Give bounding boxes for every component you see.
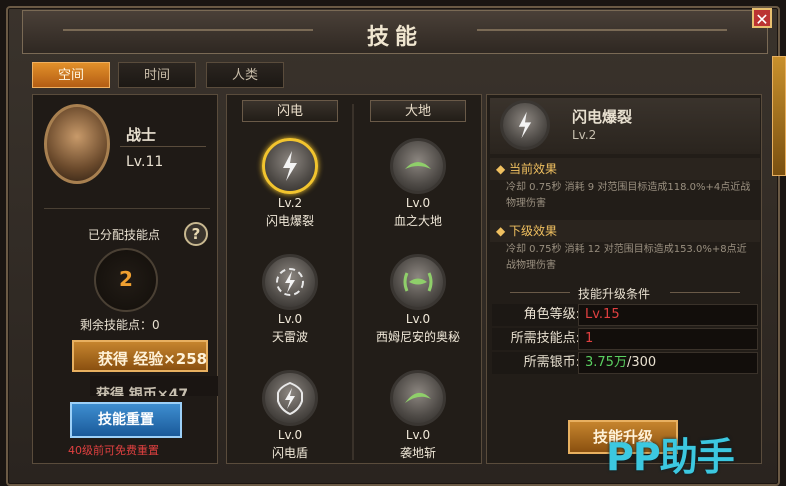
current-effect-text: 冷却 0.75秒 消耗 9 对范围目标造成118.0%+4点近战物理伤害 — [506, 182, 751, 209]
character-class: 战士 — [126, 126, 157, 144]
character-level: Lv.11 — [126, 154, 164, 170]
column-header-lightning: 闪电 — [242, 100, 338, 122]
allocated-points-label: 已分配技能点 — [88, 228, 161, 242]
allocated-points-ring: 2 — [94, 248, 158, 312]
current-effect-title: 当前效果 — [509, 162, 558, 176]
lightning-wave-icon — [276, 268, 304, 296]
watermark-logo: PP助手 — [606, 435, 735, 479]
skill-level: Lv.0 — [277, 312, 303, 326]
reward-exp-text: 获得 经验×258 — [98, 350, 208, 368]
tab-human[interactable]: 人类 — [206, 62, 284, 88]
skill-level: Lv.2 — [277, 196, 303, 210]
skill-blood-earth[interactable] — [390, 138, 446, 194]
req-points-value: 1 — [578, 328, 758, 350]
req-divider-left — [510, 292, 570, 293]
character-portrait — [44, 104, 110, 184]
req-points-label: 所需技能点: — [492, 328, 586, 350]
skill-thunder-wave[interactable] — [262, 254, 318, 310]
skill-name: 西姆尼安的奥秘 — [375, 330, 460, 344]
skill-name: 闪电盾 — [271, 446, 308, 460]
req-silver-have: 3.75万 — [585, 355, 627, 370]
title-bar: 技能 — [22, 10, 768, 54]
allocated-points-value: 2 — [119, 267, 133, 291]
reward-silver-banner: 获得 银币×47 — [90, 376, 218, 396]
skill-name: 血之大地 — [393, 214, 442, 228]
leaf-arc-icon — [405, 162, 431, 169]
skill-reset-button[interactable]: 技能重置 — [70, 402, 182, 438]
close-button[interactable]: ✕ — [752, 8, 772, 29]
detail-skill-name: 闪电爆裂 — [572, 108, 633, 126]
next-effect-title: 下级效果 — [509, 224, 558, 238]
column-header-earth: 大地 — [370, 100, 466, 122]
skill-level: Lv.0 — [405, 428, 431, 442]
panel-divider — [44, 208, 210, 209]
lightning-icon — [518, 111, 532, 139]
lightning-icon — [283, 151, 297, 181]
current-effect-header: ◆ 当前效果 — [490, 158, 760, 180]
class-divider — [120, 146, 206, 147]
detail-skill-level: Lv.2 — [572, 128, 597, 142]
skill-name: 天雷波 — [271, 330, 308, 344]
side-tab-handle[interactable] — [772, 56, 786, 176]
skill-lightning-shield[interactable] — [262, 370, 318, 426]
help-icon[interactable]: ? — [184, 222, 208, 246]
reward-silver-text: 获得 银币×47 — [96, 387, 189, 396]
window-title: 技能 — [366, 25, 423, 50]
skill-level: Lv.0 — [277, 428, 303, 442]
remaining-points-label: 剩余技能点：0 — [80, 318, 160, 332]
requirements-title: 技能升级条件 — [578, 287, 651, 301]
skill-simnian-mystery[interactable] — [390, 254, 446, 310]
earth-circle-icon — [403, 272, 433, 292]
req-divider-right — [670, 292, 740, 293]
reset-note: 40级前可免费重置 — [68, 444, 159, 457]
skill-level: Lv.0 — [405, 196, 431, 210]
req-silver-need: /300 — [626, 355, 657, 370]
skill-level: Lv.0 — [405, 312, 431, 326]
req-silver-label: 所需银币: — [492, 352, 586, 374]
next-effect-header: ◆ 下级效果 — [490, 220, 760, 242]
reward-exp-banner: 获得 经验×258 — [72, 340, 208, 372]
skill-earth-slash[interactable] — [390, 370, 446, 426]
skill-name: 闪电爆裂 — [265, 214, 314, 228]
skill-name: 袭地斩 — [399, 446, 436, 460]
req-level-value: Lv.15 — [578, 304, 758, 326]
detail-skill-icon — [500, 100, 550, 150]
next-effect-text: 冷却 0.75秒 消耗 12 对范围目标造成153.0%+8点近战物理伤害 — [506, 244, 747, 271]
tab-time[interactable]: 时间 — [118, 62, 196, 88]
req-level-label: 角色等级: — [492, 304, 586, 326]
column-divider — [352, 104, 354, 460]
skill-lightning-burst[interactable] — [262, 138, 318, 194]
tab-space[interactable]: 空间 — [32, 62, 110, 88]
lightning-shield-icon — [277, 381, 303, 416]
earth-slash-icon — [405, 392, 431, 403]
req-silver-value: 3.75万/300 — [578, 352, 758, 374]
